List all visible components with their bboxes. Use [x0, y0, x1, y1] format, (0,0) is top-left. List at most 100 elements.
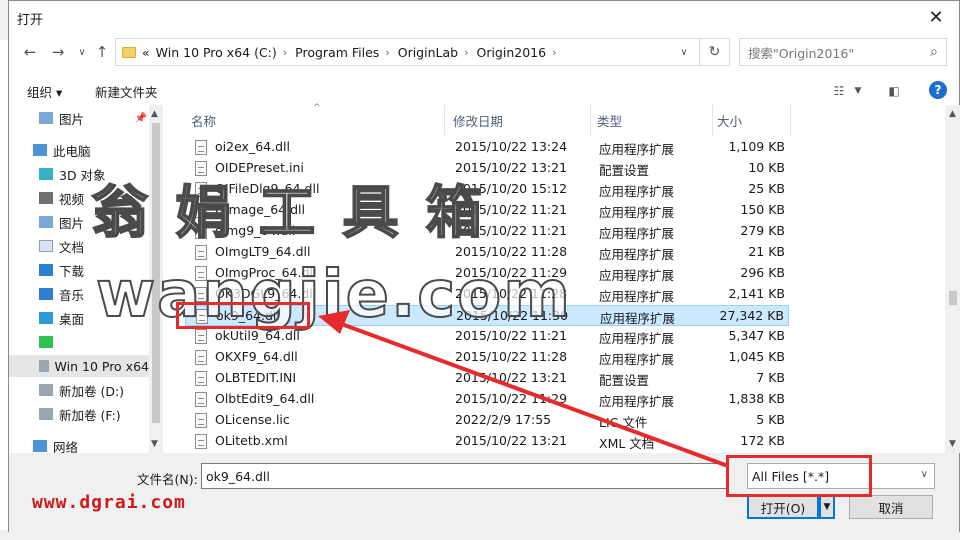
- nav-item-desktop[interactable]: 桌面: [9, 307, 149, 329]
- nav-item-this-pc[interactable]: 此电脑: [9, 139, 149, 161]
- file-size: 5 KB: [756, 412, 785, 427]
- view-options-button[interactable]: ☷: [829, 79, 849, 103]
- organize-button[interactable]: 组织 ▾: [27, 82, 62, 101]
- breadcrumb-separator-icon[interactable]: ›: [552, 46, 556, 59]
- breadcrumb-origin2016[interactable]: Origin2016: [476, 45, 546, 60]
- nav-label: 新加卷 (F:): [59, 407, 121, 423]
- view-options-dropdown[interactable]: ▼: [851, 79, 865, 103]
- file-row[interactable]: OIDEPreset.ini 2015/10/22 13:21 配置设置 10 KB: [185, 158, 789, 179]
- file-size: 2,141 KB: [728, 286, 785, 301]
- scroll-down-icon[interactable]: ▼: [949, 439, 956, 449]
- file-size: 150 KB: [740, 202, 785, 217]
- cancel-button[interactable]: 取消: [849, 495, 933, 519]
- breadcrumb-separator-icon[interactable]: ›: [283, 46, 287, 59]
- file-row[interactable]: oimg9_64.dll 2015/10/22 11:21 应用程序扩展 279 KB: [185, 221, 789, 242]
- file-scroll-thumb[interactable]: [949, 291, 957, 305]
- file-name: oimg9_64.dll: [215, 223, 296, 238]
- file-row[interactable]: OKXF9_64.dll 2015/10/22 11:28 应用程序扩展 1,045 …: [185, 347, 789, 368]
- nav-scroll-thumb[interactable]: [152, 123, 160, 423]
- nav-scrollbar[interactable]: ▲ ▼: [149, 105, 163, 453]
- file-row[interactable]: OlbtEdit9_64.dll 2015/10/22 11:29 应用程序扩展 1,…: [185, 389, 789, 410]
- file-icon: [195, 371, 207, 386]
- file-row[interactable]: ok9_64.dll 2015/10/22 11:30 应用程序扩展 27,342 K…: [185, 305, 789, 326]
- filetype-select[interactable]: All Files [*.*] ∨: [747, 463, 935, 489]
- scroll-up-icon[interactable]: ▲: [151, 109, 158, 119]
- file-date: 2015/10/22 13:21: [455, 160, 568, 175]
- breadcrumb-overflow[interactable]: «: [142, 45, 150, 60]
- nav-item-drive-d[interactable]: 新加卷 (D:): [9, 379, 149, 401]
- address-dropdown-button[interactable]: ∨: [673, 39, 695, 65]
- file-row[interactable]: OImage_64.dll 2015/10/22 11:21 应用程序扩展 150 K…: [185, 200, 789, 221]
- close-icon: ✕: [928, 6, 944, 28]
- open-button[interactable]: 打开(O): [747, 495, 819, 519]
- breadcrumb-program-files[interactable]: Program Files: [295, 45, 379, 60]
- refresh-button[interactable]: ↻: [699, 39, 729, 65]
- nav-item-drive-f[interactable]: 新加卷 (F:): [9, 403, 149, 425]
- music-icon: [39, 288, 53, 300]
- nav-item-documents[interactable]: 文档: [9, 235, 149, 257]
- nav-item-music[interactable]: 音乐: [9, 283, 149, 305]
- file-type: 应用程序扩展: [599, 268, 675, 283]
- filename-input[interactable]: ok9_64.dll: [201, 463, 729, 489]
- breadcrumb-separator-icon[interactable]: ›: [385, 46, 389, 59]
- scroll-down-icon[interactable]: ▼: [151, 439, 158, 449]
- file-type: 应用程序扩展: [599, 184, 675, 199]
- address-bar[interactable]: « Win 10 Pro x64 (C:) › Program Files › …: [115, 38, 730, 66]
- nav-item-3d-objects[interactable]: 3D 对象: [9, 163, 149, 185]
- open-options-button[interactable]: ▼: [819, 495, 835, 519]
- file-scrollbar[interactable]: ▲ ▼: [945, 105, 960, 453]
- file-row[interactable]: OImgLT9_64.dll 2015/10/22 11:28 应用程序扩展 21 K…: [185, 242, 789, 263]
- file-size: 279 KB: [740, 223, 785, 238]
- file-size: 296 KB: [740, 265, 785, 280]
- file-date: 2015/10/22 11:29: [455, 265, 568, 280]
- nav-item-network[interactable]: 网络: [9, 435, 149, 453]
- recent-locations-button[interactable]: ∨: [71, 41, 93, 63]
- search-input[interactable]: 搜索"Origin2016" ⌕: [739, 38, 947, 66]
- nav-item-videos[interactable]: 视频: [9, 187, 149, 209]
- file-row[interactable]: OImgProc_64.dll 2015/10/22 11:29 应用程序扩展 296…: [185, 263, 789, 284]
- open-file-dialog: 打开 ✕ ← → ∨ ↑ « Win 10 Pro x64 (C:) › Pro…: [8, 0, 960, 533]
- nav-item-drive-c[interactable]: Win 10 Pro x64: [9, 355, 149, 377]
- file-row[interactable]: oi2ex_64.dll 2015/10/22 13:24 应用程序扩展 1,109 …: [185, 137, 789, 158]
- file-name: okUtil9_64.dll: [215, 328, 300, 343]
- nav-item-pictures[interactable]: 图片: [9, 211, 149, 233]
- file-date: 2015/10/22 11:21: [455, 328, 568, 343]
- file-icon: [195, 413, 207, 428]
- scroll-up-icon[interactable]: ▲: [949, 109, 956, 119]
- pictures-icon: [39, 112, 53, 124]
- back-button[interactable]: ←: [19, 41, 41, 63]
- file-row[interactable]: OK3DGL9_64.dll 2015/10/22 11:28 应用程序扩展 2,14…: [185, 284, 789, 305]
- column-date[interactable]: 修改日期: [447, 105, 591, 135]
- title-bar: 打开 ✕: [9, 1, 959, 33]
- file-row[interactable]: OIFileDlg9_64.dll 2015/10/20 15:12 应用程序扩展 2…: [185, 179, 789, 200]
- search-placeholder: 搜索"Origin2016": [748, 45, 855, 61]
- nav-item-downloads[interactable]: 下载: [9, 259, 149, 281]
- column-type[interactable]: 类型: [591, 105, 713, 135]
- up-button[interactable]: ↑: [91, 41, 113, 63]
- file-type: XML 文档: [599, 436, 655, 451]
- breadcrumb-separator-icon[interactable]: ›: [464, 46, 468, 59]
- nav-item-app-folder[interactable]: [9, 331, 149, 353]
- nav-item-pictures-quick[interactable]: 图片 📌: [9, 107, 149, 129]
- file-icon: [195, 287, 207, 302]
- column-size[interactable]: 大小: [711, 105, 791, 135]
- breadcrumb-originlab[interactable]: OriginLab: [398, 45, 458, 60]
- file-name: OlbtEdit9_64.dll: [215, 391, 315, 406]
- file-row[interactable]: OLitetb.xml 2015/10/22 13:21 XML 文档 172 KB: [185, 431, 789, 452]
- help-button[interactable]: ?: [929, 81, 947, 99]
- breadcrumb-drive[interactable]: Win 10 Pro x64 (C:): [156, 45, 277, 60]
- file-row[interactable]: OLBTEDIT.INI 2015/10/22 13:21 配置设置 7 KB: [185, 368, 789, 389]
- close-button[interactable]: ✕: [913, 1, 959, 33]
- document-icon: [39, 240, 53, 252]
- file-row[interactable]: OLicense.lic 2022/2/9 17:55 LIC 文件 5 KB: [185, 410, 789, 431]
- new-folder-button[interactable]: 新建文件夹: [95, 82, 158, 101]
- nav-label: 文档: [59, 239, 85, 255]
- cancel-button-label: 取消: [878, 500, 904, 516]
- preview-pane-button[interactable]: ◧: [883, 79, 905, 103]
- column-name[interactable]: 名称: [185, 105, 445, 135]
- forward-button[interactable]: →: [47, 41, 69, 63]
- nav-label: 此电脑: [53, 143, 91, 159]
- file-row[interactable]: okUtil9_64.dll 2015/10/22 11:21 应用程序扩展 5,34…: [185, 326, 789, 347]
- file-type: 应用程序扩展: [600, 311, 676, 326]
- file-icon: [195, 161, 207, 176]
